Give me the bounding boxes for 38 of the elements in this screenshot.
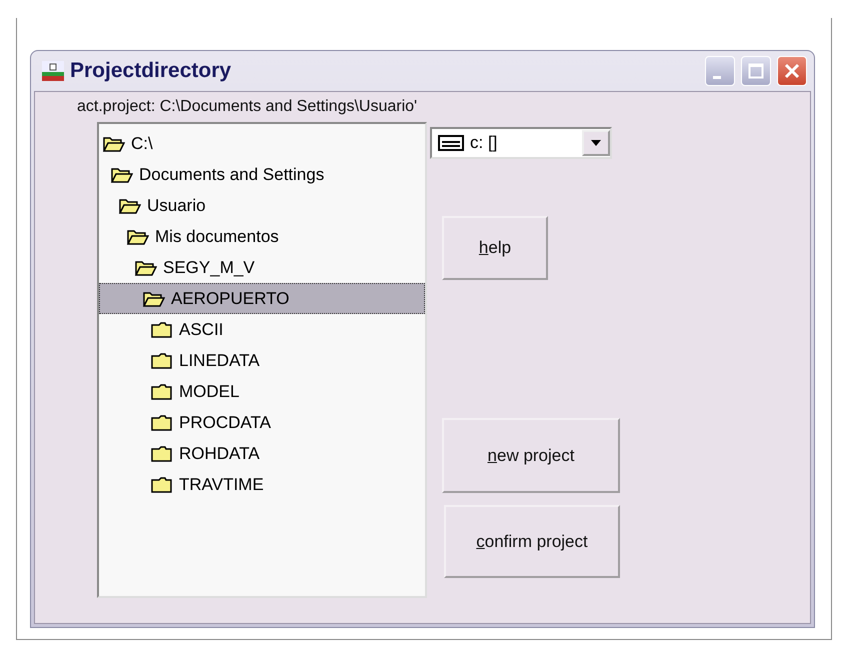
maximize-icon: [748, 63, 764, 79]
open-folder-icon: [127, 228, 149, 246]
tree-item[interactable]: Usuario: [99, 190, 425, 221]
dropdown-button[interactable]: [582, 130, 610, 156]
tree-item[interactable]: Mis documentos: [99, 221, 425, 252]
open-folder-icon: [135, 258, 157, 276]
drive-select[interactable]: c: []: [430, 127, 612, 159]
confirm-button[interactable]: confirm project: [444, 505, 620, 578]
tree-item[interactable]: MODEL: [99, 376, 425, 407]
tree-item[interactable]: SEGY_M_V: [99, 252, 425, 283]
tree-item[interactable]: TRAVTIME: [99, 469, 425, 500]
caret-icon: [591, 140, 601, 146]
close-icon: [783, 62, 801, 80]
close-button[interactable]: [777, 56, 807, 86]
open-folder-icon: [119, 196, 141, 214]
folder-icon: [151, 414, 173, 432]
open-folder-icon: [111, 166, 133, 184]
tree-item[interactable]: ASCII: [99, 314, 425, 345]
tree-item[interactable]: Documents and Settings: [99, 159, 425, 190]
tree-item[interactable]: PROCDATA: [99, 407, 425, 438]
new-button[interactable]: new project: [442, 418, 620, 493]
window-title: Projectdirectory: [70, 59, 232, 83]
tree-item[interactable]: AEROPUERTO: [99, 283, 425, 314]
tree-item[interactable]: LINEDATA: [99, 345, 425, 376]
help-button[interactable]: help: [442, 216, 548, 280]
tree-item[interactable]: C:\: [99, 128, 425, 159]
folder-icon: [151, 382, 173, 400]
tree-item[interactable]: ROHDATA: [99, 438, 425, 469]
current-project-label: act.project: C:\Documents and Settings\Usuario': [77, 97, 418, 117]
folder-icon: [151, 444, 173, 462]
folder-icon: [151, 320, 173, 338]
open-folder-icon: [143, 290, 165, 308]
minimize-icon: [713, 76, 721, 78]
folder-icon: [151, 352, 173, 370]
folder-icon: [151, 476, 173, 494]
drive-icon: [438, 135, 464, 151]
landscape-app-icon: [42, 61, 64, 81]
open-folder-icon: [103, 134, 125, 152]
